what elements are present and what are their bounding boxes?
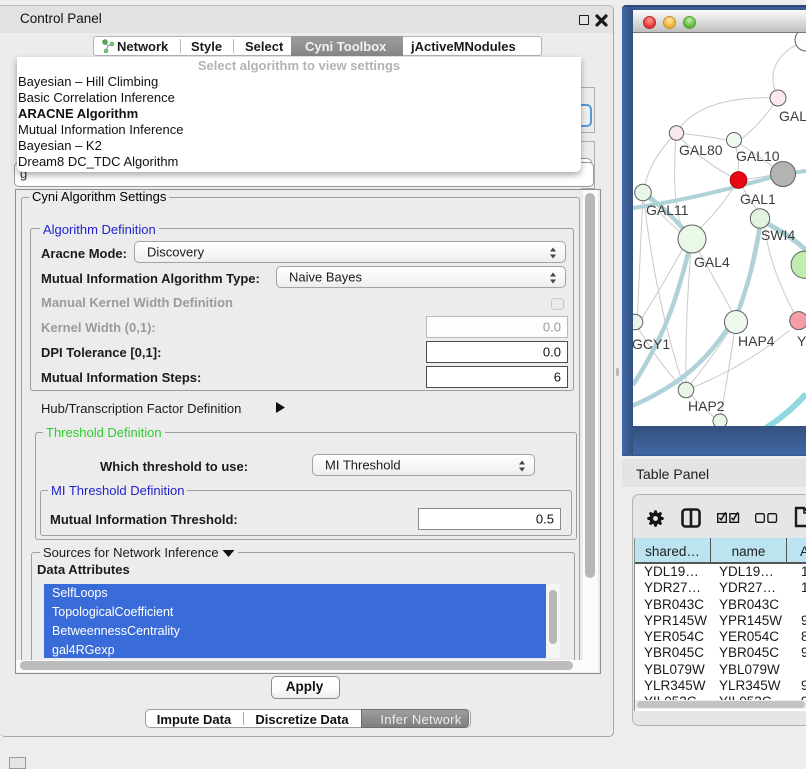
svg-text:GAL1: GAL1 xyxy=(740,191,776,207)
svg-text:SWI4: SWI4 xyxy=(761,227,795,243)
svg-text:GAL80: GAL80 xyxy=(679,142,723,158)
svg-text:GAL10: GAL10 xyxy=(736,148,780,164)
svg-text:HAP2: HAP2 xyxy=(688,398,725,414)
svg-text:GAL7: GAL7 xyxy=(779,108,806,124)
svg-text:HAP4: HAP4 xyxy=(738,333,775,349)
svg-text:GAL4: GAL4 xyxy=(694,254,730,270)
svg-text:GCY1: GCY1 xyxy=(633,336,670,352)
svg-text:GAL11: GAL11 xyxy=(646,202,689,218)
svg-text:Y: Y xyxy=(797,333,806,349)
